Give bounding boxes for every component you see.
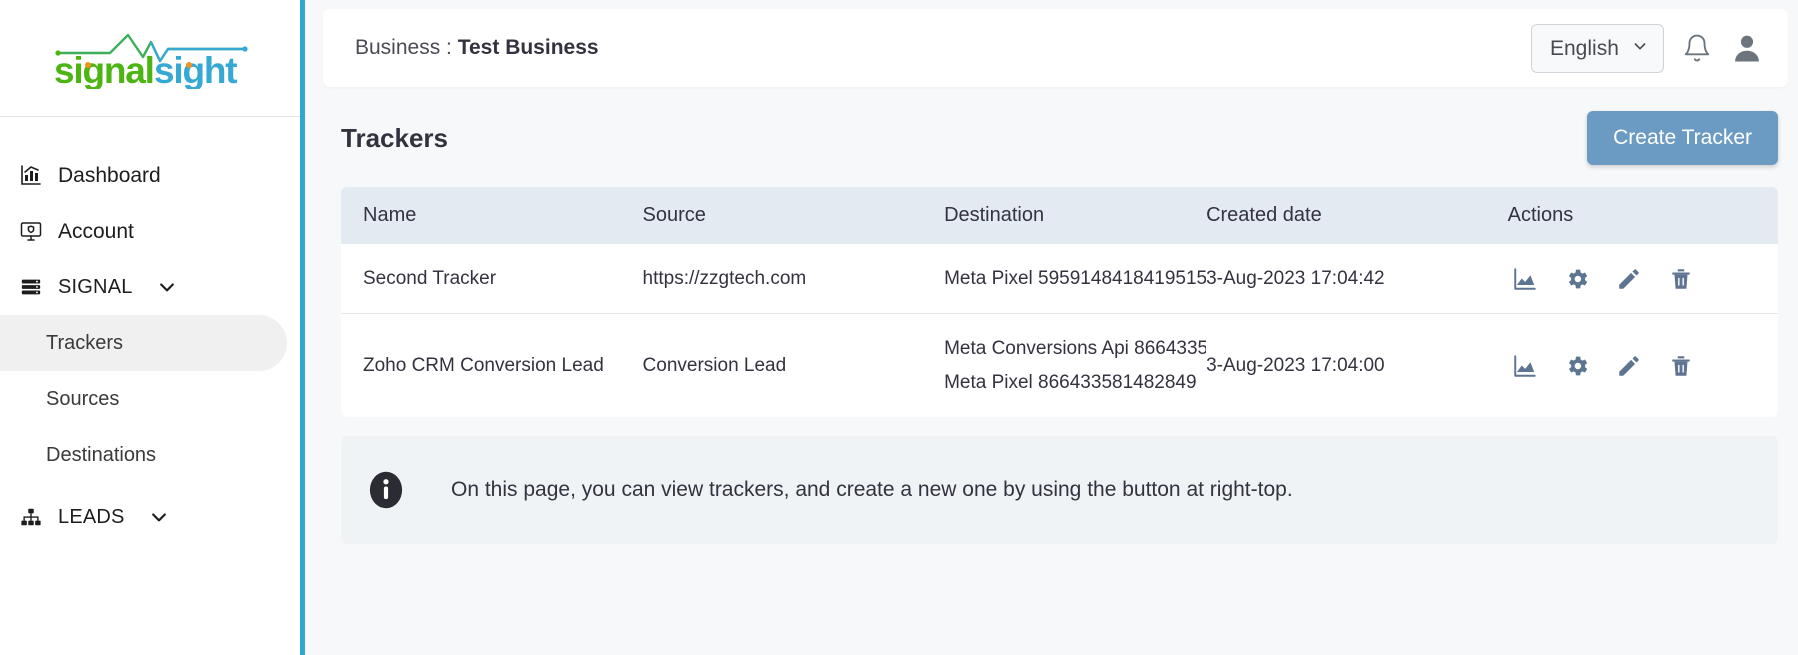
sidebar-item-dashboard[interactable]: Dashboard	[0, 147, 300, 203]
table-head: Name Source Destination Created date Act…	[341, 187, 1778, 244]
settings-icon[interactable]	[1564, 353, 1590, 379]
trackers-table: Name Source Destination Created date Act…	[341, 187, 1778, 417]
cell-destination: Meta Pixel 5959148418419515952	[944, 244, 1207, 315]
chart-bar-icon	[18, 162, 44, 188]
svg-text:sight: sight	[154, 50, 237, 89]
cell-source: https://zzgtech.com	[642, 244, 945, 315]
top-bar: Business : Test Business English	[323, 9, 1788, 87]
sidebar-group-label: LEADS	[58, 506, 125, 528]
trackers-table-card: Name Source Destination Created date Act…	[341, 187, 1778, 417]
delete-icon[interactable]	[1668, 353, 1694, 379]
bell-icon[interactable]	[1682, 33, 1712, 63]
cell-actions	[1507, 244, 1778, 315]
cell-source: Conversion Lead	[642, 354, 787, 376]
table-header-row: Name Source Destination Created date Act…	[341, 187, 1778, 244]
analytics-icon[interactable]	[1512, 266, 1538, 292]
language-select[interactable]: English	[1531, 23, 1664, 73]
svg-text:signal: signal	[54, 50, 154, 89]
cell-name: Second Tracker	[341, 244, 643, 315]
sidebar-item-label: Dashboard	[58, 163, 161, 187]
business-name: Test Business	[457, 36, 599, 59]
sidebar-nav: Dashboard Account SIGNAL Trackers Source…	[0, 117, 300, 545]
signalsight-logo-icon: signal sight	[54, 33, 248, 89]
analytics-icon[interactable]	[1512, 353, 1538, 379]
sidebar-group-label: SIGNAL	[58, 276, 133, 298]
sidebar-item-sources[interactable]: Sources	[0, 371, 300, 427]
info-banner: On this page, you can view trackers, and…	[341, 435, 1778, 544]
sidebar-group-leads[interactable]: LEADS	[0, 489, 300, 545]
sidebar-item-destinations[interactable]: Destinations	[0, 427, 300, 483]
delete-icon[interactable]	[1668, 266, 1694, 292]
destination-entry: Meta Pixel 866433581482849	[944, 371, 1197, 393]
chevron-down-icon[interactable]	[149, 507, 169, 527]
row-actions	[1508, 353, 1778, 379]
cell-name: Zoho CRM Conversion Lead	[363, 354, 604, 376]
app-root: signal sight Dashboard Account SIGNAL Tr…	[0, 0, 1798, 655]
edit-icon[interactable]	[1616, 353, 1642, 379]
sidebar-item-label: Sources	[46, 387, 120, 410]
column-header-name: Name	[363, 204, 417, 226]
destination-entry: Meta Conversions Api 86643358	[944, 338, 1207, 360]
top-bar-actions: English	[1531, 23, 1764, 73]
column-header-created-date: Created date	[1206, 204, 1322, 226]
cell-destination: Meta Conversions Api 86643358 Meta Pixel…	[944, 314, 1206, 417]
table-row[interactable]: Zoho CRM Conversion Lead Conversion Lead…	[341, 314, 1778, 417]
business-label: Business :	[355, 36, 452, 59]
sidebar-group-signal[interactable]: SIGNAL	[0, 259, 300, 315]
column-header-destination: Destination	[944, 204, 1045, 226]
sidebar-item-account[interactable]: Account	[0, 203, 300, 259]
destination-entry: Meta Pixel 5959148418419515952	[944, 268, 1207, 289]
main-content: Business : Test Business English Tracker…	[305, 0, 1798, 655]
create-tracker-button[interactable]: Create Tracker	[1587, 111, 1778, 165]
page-header: Trackers Create Tracker	[323, 87, 1788, 187]
table-body: Second Tracker https://zzgtech.com Meta …	[341, 244, 1778, 417]
server-stack-icon	[18, 274, 44, 300]
info-message: On this page, you can view trackers, and…	[451, 477, 1293, 501]
edit-icon[interactable]	[1616, 266, 1642, 292]
settings-icon[interactable]	[1564, 266, 1590, 292]
sidebar-item-trackers[interactable]: Trackers	[0, 315, 287, 371]
brand-logo[interactable]: signal sight	[0, 0, 300, 117]
sitemap-icon	[18, 504, 44, 530]
language-selector-wrap: English	[1531, 23, 1664, 73]
cell-actions	[1508, 314, 1778, 417]
sidebar: signal sight Dashboard Account SIGNAL Tr…	[0, 0, 305, 655]
monitor-shield-icon	[18, 218, 44, 244]
sidebar-item-label: Destinations	[46, 443, 157, 466]
cell-created-date: 3-Aug-2023 17:04:42	[1206, 244, 1508, 315]
column-header-source: Source	[642, 204, 706, 226]
info-circle-icon	[365, 469, 407, 511]
table-row[interactable]: Second Tracker https://zzgtech.com Meta …	[341, 244, 1778, 315]
sidebar-item-label: Account	[58, 219, 134, 243]
chevron-down-icon[interactable]	[157, 277, 177, 297]
business-breadcrumb: Business : Test Business	[355, 36, 599, 60]
sidebar-item-label: Trackers	[46, 331, 124, 354]
cell-created-date: 3-Aug-2023 17:04:00	[1206, 354, 1385, 376]
page-title: Trackers	[341, 122, 448, 153]
column-header-actions: Actions	[1507, 204, 1574, 226]
row-actions	[1508, 266, 1778, 292]
user-avatar-icon[interactable]	[1730, 31, 1764, 65]
